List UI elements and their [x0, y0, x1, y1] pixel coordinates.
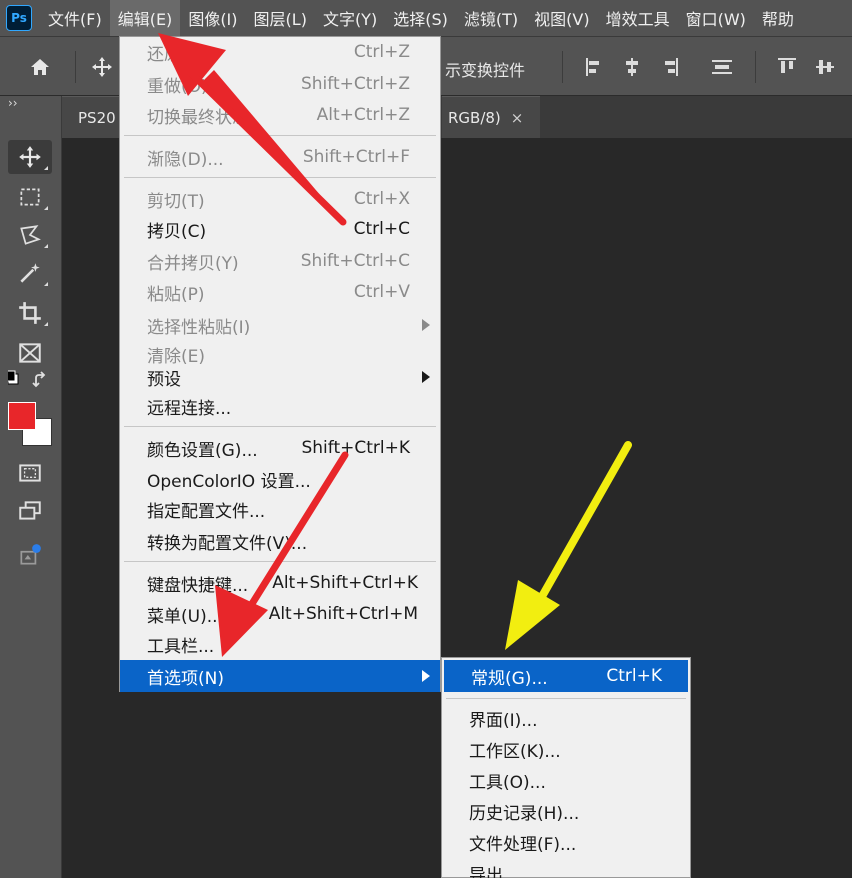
quick-mask-icon — [19, 464, 41, 482]
document-tab-suffix[interactable]: RGB/8) × — [442, 96, 540, 138]
collapse-toolbar-icon[interactable]: ›› — [8, 96, 18, 110]
foreground-color-swatch[interactable] — [8, 402, 36, 430]
tools-panel: ›› — [0, 96, 62, 878]
submenu-arrow-icon — [422, 319, 430, 331]
menu-item-toolbar[interactable]: 工具栏... — [120, 629, 440, 659]
menubar: Ps 文件(F) 编辑(E) 图像(I) 图层(L) 文字(Y) 选择(S) 滤… — [0, 0, 852, 36]
menu-item-preferences[interactable]: 首选项(N) — [120, 660, 440, 692]
options-separator — [562, 51, 563, 83]
screen-mode-tool[interactable] — [8, 494, 52, 528]
edit-toolbar-button[interactable] — [8, 538, 52, 572]
menu-item-general[interactable]: 常规(G)... Ctrl+K — [444, 660, 688, 692]
crop-icon — [19, 302, 41, 324]
menu-item-remote-connections[interactable]: 远程连接... — [120, 391, 440, 421]
menu-separator — [124, 135, 436, 136]
options-separator — [755, 51, 756, 83]
magic-wand-tool[interactable] — [8, 256, 52, 290]
menu-separator — [124, 561, 436, 562]
move-tool[interactable] — [8, 140, 52, 174]
options-separator — [75, 51, 76, 83]
swap-colors-icon — [8, 370, 46, 388]
menu-view[interactable]: 视图(V) — [526, 0, 597, 36]
menu-item-toggle-last-state[interactable]: 切换最终状态 Alt+Ctrl+Z — [120, 100, 440, 130]
align-top-icon[interactable] — [775, 55, 799, 79]
marquee-tool[interactable] — [8, 180, 52, 214]
menu-item-undo[interactable]: 还原(O) Ctrl+Z — [120, 37, 440, 67]
align-vertical-center-icon[interactable] — [813, 55, 837, 79]
menu-item-file-handling[interactable]: 文件处理(F)... — [442, 827, 690, 857]
menu-layer[interactable]: 图层(L) — [246, 0, 315, 36]
align-center-icon[interactable] — [620, 55, 644, 79]
menu-separator — [124, 177, 436, 178]
default-colors-swap[interactable] — [8, 370, 52, 394]
lasso-tool[interactable] — [8, 218, 52, 252]
edit-menu: 还原(O) Ctrl+Z 重做(O) Shift+Ctrl+Z 切换最终状态 Alt+… — [119, 36, 441, 692]
quick-mask-tool[interactable] — [8, 456, 52, 490]
preferences-submenu: 常规(G)... Ctrl+K 界面(I)... 工作区(K)... 工具(O).… — [441, 657, 691, 878]
menu-item-color-settings[interactable]: 颜色设置(G)... Shift+Ctrl+K — [120, 433, 440, 463]
menu-select[interactable]: 选择(S) — [385, 0, 456, 36]
screen-mode-icon — [19, 501, 41, 520]
menu-filter[interactable]: 滤镜(T) — [456, 0, 526, 36]
crop-tool[interactable] — [8, 296, 52, 330]
photoshop-window: Ps 文件(F) 编辑(E) 图像(I) 图层(L) 文字(Y) 选择(S) 滤… — [0, 0, 852, 878]
frame-icon — [19, 343, 41, 363]
menu-help[interactable]: 帮助 — [754, 0, 802, 36]
menu-plugins[interactable]: 增效工具 — [598, 0, 678, 36]
menu-item-presets[interactable]: 预设 — [120, 362, 440, 392]
rectangular-marquee-icon — [20, 188, 40, 206]
menu-item-opencolorio-settings[interactable]: OpenColorIO 设置... — [120, 464, 440, 494]
move-tool-icon[interactable] — [90, 55, 114, 79]
menu-item-copy-merged[interactable]: 合并拷贝(Y) Shift+Ctrl+C — [120, 246, 440, 276]
document-tab-mode: RGB/8) — [448, 108, 501, 127]
menu-item-history-log[interactable]: 历史记录(H)... — [442, 796, 690, 826]
menu-image[interactable]: 图像(I) — [180, 0, 245, 36]
submenu-arrow-icon — [422, 670, 430, 682]
menu-item-redo[interactable]: 重做(O) Shift+Ctrl+Z — [120, 69, 440, 99]
show-transform-controls-label[interactable]: 示变换控件 — [445, 57, 525, 81]
close-tab-icon[interactable]: × — [511, 109, 524, 127]
menu-item-tools[interactable]: 工具(O)... — [442, 765, 690, 795]
color-swatches[interactable] — [8, 402, 54, 448]
submenu-arrow-icon — [422, 371, 430, 383]
menu-window[interactable]: 窗口(W) — [678, 0, 754, 36]
menu-edit[interactable]: 编辑(E) — [109, 0, 181, 36]
menu-item-export[interactable]: 导出... — [442, 858, 690, 878]
distribute-icon[interactable] — [710, 55, 734, 79]
menu-type[interactable]: 文字(Y) — [315, 0, 385, 36]
menu-item-workspace[interactable]: 工作区(K)... — [442, 734, 690, 764]
menu-item-assign-profile[interactable]: 指定配置文件... — [120, 494, 440, 524]
document-tab[interactable]: PS20 — [62, 96, 120, 138]
home-icon[interactable] — [28, 55, 52, 79]
polygonal-lasso-icon — [20, 225, 41, 245]
menu-item-keyboard-shortcuts[interactable]: 键盘快捷键... Alt+Shift+Ctrl+K — [120, 568, 440, 598]
menu-item-interface[interactable]: 界面(I)... — [442, 703, 690, 733]
menu-item-paste[interactable]: 粘贴(P) Ctrl+V — [120, 277, 440, 307]
menu-file[interactable]: 文件(F) — [40, 0, 110, 36]
menu-item-paste-special[interactable]: 选择性粘贴(I) — [120, 310, 440, 340]
menu-item-copy[interactable]: 拷贝(C) Ctrl+C — [120, 214, 440, 244]
menu-separator — [446, 698, 686, 699]
ps-logo: Ps — [6, 5, 32, 31]
move-icon — [19, 146, 41, 168]
align-left-icon[interactable] — [582, 55, 606, 79]
magic-wand-icon — [20, 263, 40, 283]
menu-separator — [124, 426, 436, 427]
edit-toolbar-icon — [20, 544, 41, 565]
align-right-icon[interactable] — [658, 55, 682, 79]
yellow-arrow-to-general — [505, 441, 632, 650]
menu-item-fade[interactable]: 渐隐(D)... Shift+Ctrl+F — [120, 142, 440, 172]
menu-item-menus[interactable]: 菜单(U)... Alt+Shift+Ctrl+M — [120, 599, 440, 629]
menu-item-cut[interactable]: 剪切(T) Ctrl+X — [120, 184, 440, 214]
frame-tool[interactable] — [8, 336, 52, 370]
menu-item-convert-to-profile[interactable]: 转换为配置文件(V)... — [120, 526, 440, 556]
